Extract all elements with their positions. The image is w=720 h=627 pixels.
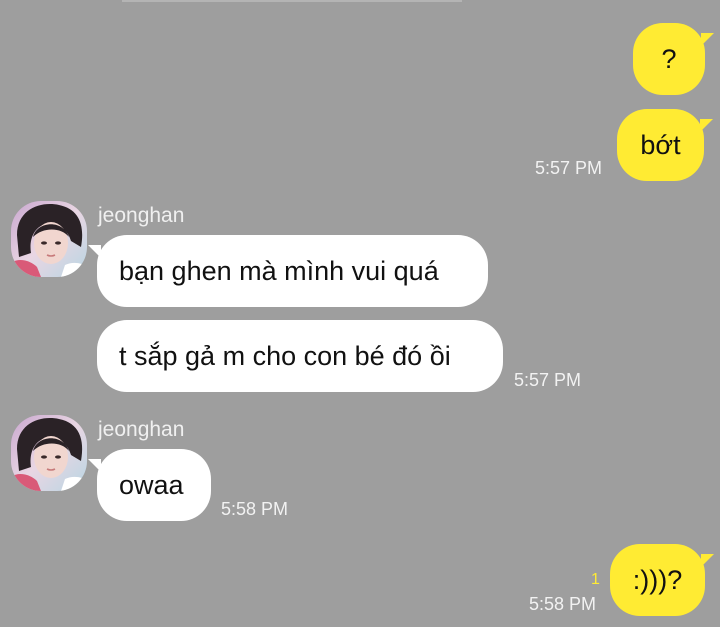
sender-avatar[interactable]	[11, 201, 87, 277]
message-text: t sắp gả m cho con bé đó ồi	[119, 340, 451, 371]
incoming-message-bubble[interactable]: bạn ghen mà mình vui quá	[88, 235, 488, 307]
sender-name: jeonghan	[98, 204, 185, 227]
profile-photo-avatar-icon	[11, 201, 87, 277]
sender-name: jeonghan	[98, 418, 185, 441]
message-text: bạn ghen mà mình vui quá	[119, 255, 439, 286]
sender-avatar[interactable]	[11, 415, 87, 491]
message-timestamp: 5:58 PM	[529, 594, 597, 614]
message-timestamp: 5:57 PM	[535, 158, 603, 178]
incoming-message-bubble[interactable]: t sắp gả m cho con bé đó ồi	[97, 320, 503, 392]
outgoing-message-bubble[interactable]: ?	[633, 23, 714, 95]
message-text: bớt	[640, 129, 681, 160]
message-timestamp: 5:57 PM	[514, 370, 582, 390]
profile-photo-avatar-icon	[11, 415, 87, 491]
outgoing-message-bubble[interactable]: bớt	[617, 109, 713, 181]
chat-top-divider	[122, 0, 462, 2]
unread-count: 1	[591, 571, 600, 588]
message-text: ?	[661, 43, 677, 74]
message-text: :)))?	[632, 564, 683, 595]
message-timestamp: 5:58 PM	[221, 499, 289, 519]
incoming-message-bubble[interactable]: owaa	[88, 449, 211, 521]
message-text: owaa	[119, 469, 184, 500]
outgoing-message-bubble[interactable]: :)))?	[610, 544, 714, 616]
